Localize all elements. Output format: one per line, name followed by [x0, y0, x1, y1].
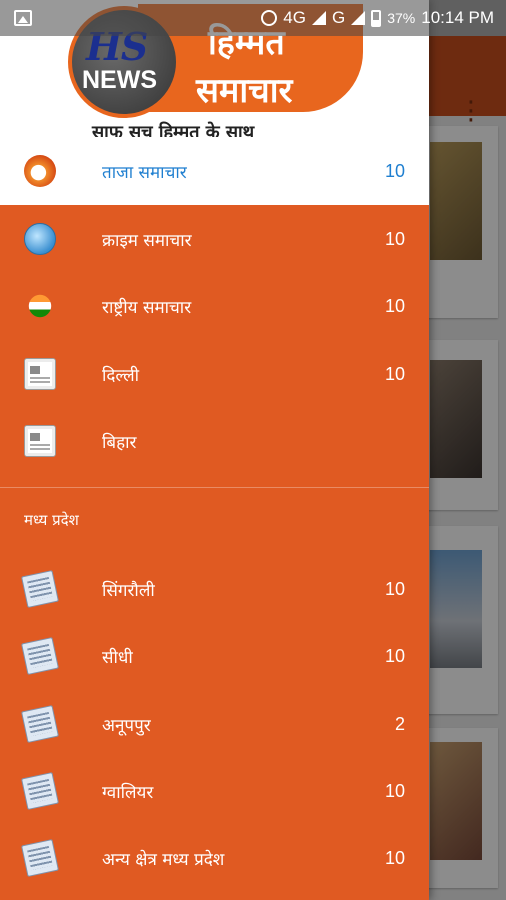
menu-item-label: अन्य क्षेत्र मध्य प्रदेश — [102, 849, 225, 870]
logo-news-text: NEWS — [82, 66, 157, 94]
menu-item-count: 2 — [394, 713, 405, 734]
navigation-drawer: HS NEWS हिम्मत समाचार साफ सच हिम्मत के स… — [0, 0, 429, 900]
tagline: साफ सच हिम्मत के साथ — [92, 122, 255, 137]
alarm-icon — [261, 10, 278, 26]
newspaper-stack-icon — [21, 637, 59, 675]
menu-item-sidhi[interactable]: सीधी 10 — [0, 622, 429, 690]
newspaper-stack-icon — [21, 705, 59, 743]
newspaper-stack-icon — [21, 839, 59, 877]
menu-item-count: 10 — [384, 645, 405, 666]
menu-item-anuppur[interactable]: अनूपपुर 2 — [0, 690, 429, 758]
menu-item-delhi[interactable]: दिल्ली 10 — [0, 340, 429, 408]
menu-item-other-madhya-pradesh[interactable]: अन्य क्षेत्र मध्य प्रदेश 10 — [0, 824, 429, 892]
menu-item-label: बिहार — [102, 432, 137, 453]
menu-item-label: अनूपपुर — [102, 715, 151, 736]
menu-item-count: 10 — [384, 847, 405, 868]
crime-globe-icon — [24, 223, 56, 255]
newspaper-stack-icon — [21, 772, 59, 810]
india-flag-icon — [28, 294, 52, 318]
menu-item-count: 10 — [384, 160, 405, 181]
logo-title-line2: समाचार — [196, 71, 293, 111]
menu-item-label: ताजा समाचार — [102, 162, 187, 183]
latest-news-globe-icon — [24, 155, 56, 187]
menu-item-count: 10 — [384, 578, 405, 599]
menu-item-label: क्राइम समाचार — [102, 230, 192, 251]
network-type-1: 4G — [283, 8, 306, 27]
signal-icon — [351, 11, 366, 25]
newspaper-icon — [24, 358, 56, 390]
battery-icon — [371, 9, 382, 27]
menu-item-singrauli[interactable]: सिंगरौली 10 — [0, 555, 429, 623]
clock: 10:14 PM — [421, 8, 494, 27]
menu-item-count: 10 — [384, 363, 405, 384]
menu-item-label: दिल्ली — [102, 365, 140, 386]
menu-item-label: ग्वालियर — [102, 782, 154, 803]
network-type-2: G — [331, 8, 346, 27]
battery-percent: 37% — [387, 10, 416, 26]
menu-item-national-news[interactable]: राष्ट्रीय समाचार 10 — [0, 272, 429, 340]
menu-divider — [0, 487, 429, 488]
menu-item-count: 10 — [384, 780, 405, 801]
menu-item-gwalior[interactable]: ग्वालियर 10 — [0, 757, 429, 825]
menu-item-crime-news[interactable]: क्राइम समाचार 10 — [0, 205, 429, 273]
section-header-madhya-pradesh: मध्य प्रदेश — [24, 511, 79, 529]
status-bar: 4G G 37% 10:14 PM — [0, 0, 506, 36]
newspaper-stack-icon — [21, 570, 59, 608]
signal-icon — [311, 11, 326, 25]
newspaper-icon — [24, 425, 56, 457]
menu-item-count: 10 — [384, 295, 405, 316]
menu-item-label: राष्ट्रीय समाचार — [102, 297, 192, 318]
menu-item-latest-news[interactable]: ताजा समाचार 10 — [0, 137, 429, 205]
menu-item-bihar[interactable]: बिहार — [0, 407, 429, 475]
menu-item-count: 10 — [384, 228, 405, 249]
image-notification-icon — [14, 10, 32, 26]
menu-item-label: सिंगरौली — [102, 580, 155, 601]
menu-item-label: सीधी — [102, 647, 133, 668]
